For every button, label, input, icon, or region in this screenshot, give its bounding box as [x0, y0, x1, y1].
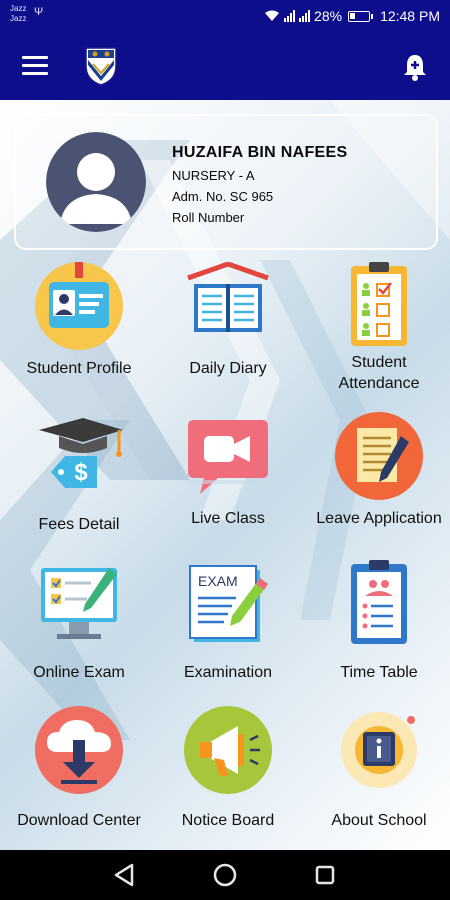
info-icon: [341, 712, 417, 788]
status-bar: Jazz Jazz Ψ 28% 12:48 PM: [0, 0, 450, 36]
tile-label: Student Attendance: [338, 354, 420, 392]
home-circle-icon[interactable]: [210, 860, 240, 890]
tile-label: Leave Application: [316, 510, 442, 527]
tile-notice-board[interactable]: Notice Board: [153, 706, 303, 850]
computer-checklist-icon: [41, 568, 117, 639]
back-triangle-icon[interactable]: [110, 860, 140, 890]
megaphone-icon: [184, 706, 272, 794]
tile-label: Online Exam: [33, 664, 125, 681]
tile-student-attendance[interactable]: Student Attendance: [304, 262, 450, 407]
recents-square-icon[interactable]: [310, 860, 340, 890]
video-camera-icon: [188, 420, 268, 494]
tile-label: Daily Diary: [189, 360, 267, 377]
id-card-icon: [35, 262, 123, 350]
tile-label: Live Class: [191, 510, 265, 527]
tile-label: Student Profile: [26, 360, 132, 377]
tile-examination[interactable]: EXAM Examination: [153, 560, 303, 705]
student-profile-card[interactable]: HUZAIFA BIN NAFEES NURSERY - A Adm. No. …: [14, 114, 438, 250]
carrier-label-1: Jazz: [10, 4, 27, 13]
tile-label: Download Center: [17, 812, 141, 829]
dashboard-content: HUZAIFA BIN NAFEES NURSERY - A Adm. No. …: [0, 100, 450, 850]
tile-download-center[interactable]: Download Center: [4, 706, 154, 850]
battery-percent: 28%: [314, 8, 343, 24]
svg-text:$: $: [74, 459, 88, 486]
clock: 12:48 PM: [380, 8, 440, 24]
tile-online-exam[interactable]: Online Exam: [4, 560, 154, 705]
hamburger-menu-icon[interactable]: [22, 56, 48, 78]
tile-label: About School: [331, 812, 427, 829]
roll-number: Roll Number: [172, 210, 245, 225]
carrier-labels: Jazz Jazz: [10, 4, 26, 24]
app-bar: [0, 36, 450, 100]
timetable-clipboard-icon: [351, 560, 407, 644]
navigation-bar: [0, 850, 450, 900]
tile-time-table[interactable]: Time Table: [304, 560, 450, 705]
application-pen-icon: [335, 412, 423, 500]
tile-student-profile[interactable]: Student Profile: [4, 262, 154, 407]
tile-live-class[interactable]: Live Class: [153, 412, 303, 557]
attendance-clipboard-icon: [351, 262, 407, 346]
tile-daily-diary[interactable]: Daily Diary: [153, 262, 303, 407]
school-crest-logo: [85, 47, 117, 86]
tile-about-school[interactable]: About School: [304, 706, 450, 850]
graduation-fees-icon: $: [39, 418, 123, 488]
tile-label: Time Table: [340, 664, 418, 681]
exam-paper-icon: EXAM: [189, 565, 268, 642]
avatar: [46, 132, 146, 232]
cloud-download-icon: [35, 706, 123, 794]
tile-fees-detail[interactable]: $ Fees Detail: [4, 412, 154, 557]
bell-add-icon[interactable]: [400, 52, 430, 82]
signal-icon-1: [284, 10, 296, 22]
student-name: HUZAIFA BIN NAFEES: [172, 144, 348, 161]
signal-icon-2: [299, 10, 311, 22]
tile-label: Fees Detail: [38, 516, 120, 533]
student-info: HUZAIFA BIN NAFEES NURSERY - A Adm. No. …: [172, 144, 347, 231]
student-class: NURSERY - A: [172, 168, 255, 183]
status-right: 28% 12:48 PM: [264, 8, 440, 24]
carrier-label-2: Jazz: [10, 14, 27, 23]
svg-text:EXAM: EXAM: [198, 573, 238, 589]
admission-number: Adm. No. SC 965: [172, 189, 274, 204]
battery-icon: [348, 10, 374, 22]
tile-label: Examination: [183, 664, 273, 681]
open-book-icon: [187, 262, 269, 332]
tile-leave-application[interactable]: Leave Application: [304, 412, 450, 557]
tile-label: Notice Board: [181, 812, 275, 829]
wifi-icon: [265, 10, 280, 21]
usb-icon: Ψ: [34, 6, 44, 18]
